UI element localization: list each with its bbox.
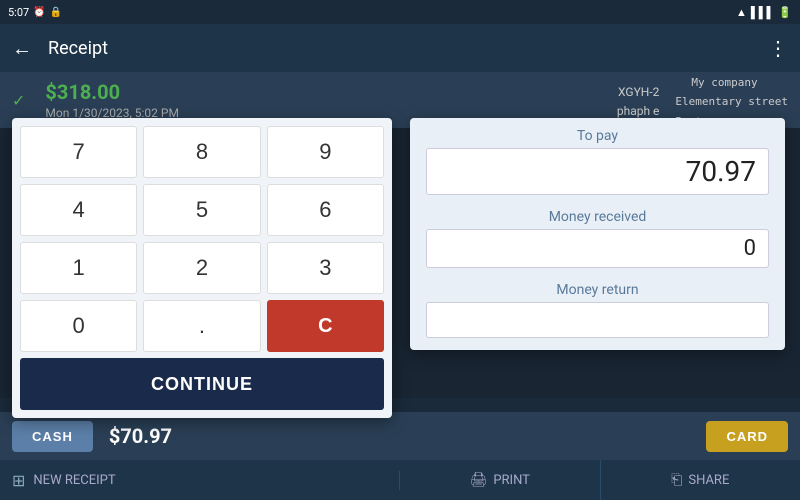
content-area: 7 8 9 4 5 6 1 2 3 0 . C CONTINUE To pay … (0, 128, 800, 398)
header: ← Receipt ⋮ (0, 24, 800, 72)
status-right: ▲ ▌▌▌ 🔋 (736, 6, 792, 19)
calculator-icon: ⊞ (12, 471, 25, 490)
share-button[interactable]: ⎗ SHARE (601, 460, 800, 500)
money-received-row: Money received 0 (410, 199, 785, 272)
numpad-0[interactable]: 0 (20, 300, 137, 352)
money-received-value: 0 (426, 229, 769, 268)
numpad-9[interactable]: 9 (267, 126, 384, 178)
menu-button[interactable]: ⋮ (768, 36, 788, 60)
share-label: SHARE (688, 473, 729, 488)
money-return-row: Money return (410, 272, 785, 350)
numpad-grid: 7 8 9 4 5 6 1 2 3 0 . C (20, 126, 384, 352)
back-button[interactable]: ← (12, 36, 32, 61)
numpad-2[interactable]: 2 (143, 242, 260, 294)
status-bar: 5:07 ⏰ 🔒 ▲ ▌▌▌ 🔋 (0, 0, 800, 24)
receipt-info: $318.00 Mon 1/30/2023, 5:02 PM (45, 80, 179, 120)
numpad-panel: 7 8 9 4 5 6 1 2 3 0 . C CONTINUE (12, 118, 392, 418)
receipt-code-block: XGYH-2 phaph e (617, 81, 660, 119)
to-pay-row: To pay 70.97 (410, 118, 785, 199)
numpad-4[interactable]: 4 (20, 184, 137, 236)
battery-icon: 🔋 (778, 6, 792, 19)
receipt-code: XGYH-2 phaph e (617, 85, 660, 118)
to-pay-label: To pay (426, 128, 769, 144)
numpad-6[interactable]: 6 (267, 184, 384, 236)
print-button[interactable]: 🖨 PRINT (400, 460, 601, 500)
numpad-dot[interactable]: . (143, 300, 260, 352)
money-return-value (426, 302, 769, 338)
money-return-label: Money return (426, 282, 769, 298)
payment-panel: To pay 70.97 Money received 0 Money retu… (410, 118, 785, 350)
receipt-amount: $318.00 (45, 80, 179, 104)
cash-button[interactable]: CASH (12, 421, 93, 452)
action-bar: CASH $70.97 CARD (0, 412, 800, 460)
signal-icon: ▌▌▌ (751, 6, 774, 19)
numpad-7[interactable]: 7 (20, 126, 137, 178)
check-icon: ✓ (12, 91, 25, 110)
print-share-section: 🖨 PRINT ⎗ SHARE (400, 460, 800, 500)
numpad-8[interactable]: 8 (143, 126, 260, 178)
card-button[interactable]: CARD (706, 421, 788, 452)
share-icon: ⎗ (671, 472, 682, 488)
new-receipt-label: NEW RECEIPT (33, 473, 115, 488)
alarm-icon: ⏰ (33, 7, 45, 18)
print-label: PRINT (493, 473, 530, 488)
numpad-clear[interactable]: C (267, 300, 384, 352)
numpad-1[interactable]: 1 (20, 242, 137, 294)
wifi-icon: ▲ (736, 6, 747, 19)
bottom-bar: ⊞ NEW RECEIPT 🖨 PRINT ⎗ SHARE (0, 460, 800, 500)
amount-display: $70.97 (109, 424, 172, 448)
print-icon: 🖨 (470, 472, 488, 488)
new-receipt-section[interactable]: ⊞ NEW RECEIPT (0, 471, 400, 490)
numpad-5[interactable]: 5 (143, 184, 260, 236)
numpad-3[interactable]: 3 (267, 242, 384, 294)
lock-icon: 🔒 (50, 7, 62, 18)
page-title: Receipt (48, 38, 752, 59)
status-time: 5:07 (8, 6, 29, 19)
money-received-label: Money received (426, 209, 769, 225)
to-pay-value: 70.97 (426, 148, 769, 195)
status-left: 5:07 ⏰ 🔒 (8, 6, 62, 19)
continue-button[interactable]: CONTINUE (20, 358, 384, 410)
